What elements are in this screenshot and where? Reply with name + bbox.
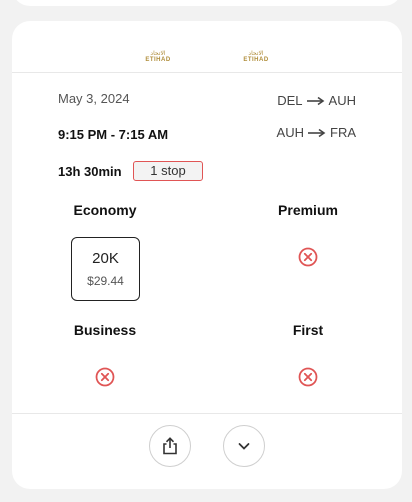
flight-result-card: الاتحاد ETIHAD الاتحاد ETIHAD May 3, 202… <box>12 21 402 489</box>
chevron-down-icon <box>238 443 250 450</box>
previous-result-card <box>12 0 402 6</box>
etihad-logo: الاتحاد ETIHAD <box>145 51 171 63</box>
x-circle-icon <box>95 367 115 387</box>
airline-logos: الاتحاد ETIHAD الاتحاد ETIHAD <box>12 21 402 73</box>
flight-duration: 13h 30min <box>58 164 122 179</box>
origin-code: AUH <box>276 125 304 140</box>
x-circle-icon <box>298 247 318 267</box>
economy-fare-option[interactable]: 20K $29.44 <box>71 237 140 301</box>
card-actions <box>12 413 402 489</box>
share-icon <box>163 437 177 455</box>
flight-times: 9:15 PM - 7:15 AM <box>58 127 169 142</box>
fare-price: $29.44 <box>87 274 124 288</box>
cabin-label-premium: Premium <box>278 202 338 218</box>
route-segment: AUH FRA <box>277 125 356 140</box>
destination-code: FRA <box>330 125 356 140</box>
stops-badge: 1 stop <box>133 161 203 181</box>
cabin-label-economy: Economy <box>73 202 137 218</box>
route-segment: DEL AUH <box>277 93 356 108</box>
fare-points: 20K <box>92 250 119 267</box>
x-circle-icon <box>298 367 318 387</box>
arrow-right-icon <box>308 128 326 137</box>
etihad-logo: الاتحاد ETIHAD <box>243 51 269 63</box>
destination-code: AUH <box>328 93 356 108</box>
origin-code: DEL <box>277 93 303 108</box>
cabin-label-first: First <box>292 322 324 338</box>
cabin-label-business: Business <box>73 322 137 338</box>
expand-button[interactable] <box>223 425 265 467</box>
flight-date: May 3, 2024 <box>58 91 130 106</box>
share-button[interactable] <box>149 425 191 467</box>
arrow-right-icon <box>306 96 324 105</box>
